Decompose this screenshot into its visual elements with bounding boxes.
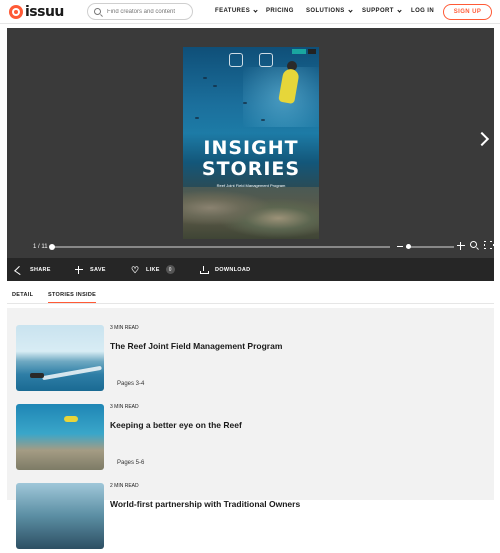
cover-page[interactable]: INSIGHT STORIES Reef Joint Field Managem…	[183, 47, 319, 239]
fish	[261, 119, 265, 121]
page-progress-slider[interactable]	[49, 244, 390, 250]
cover-badges	[292, 49, 316, 54]
search-input[interactable]	[107, 8, 191, 15]
like-label: LIKE	[146, 266, 160, 273]
boat-wake	[42, 365, 102, 381]
magnify-icon[interactable]	[470, 241, 477, 248]
chevron-down-icon	[347, 7, 353, 13]
like-button[interactable]: ♡ LIKE 0	[131, 258, 175, 281]
share-button[interactable]: SHARE	[15, 258, 51, 281]
chevron-down-icon	[253, 7, 258, 13]
story-title[interactable]: Keeping a better eye on the Reef	[110, 420, 242, 430]
nav-solutions[interactable]: SOLUTIONS	[306, 7, 353, 14]
share-label: SHARE	[30, 266, 51, 273]
story-read-time: 3 MIN READ	[110, 404, 139, 410]
story-pages: Pages 5-6	[117, 460, 145, 466]
story-card[interactable]: 3 MIN READ The Reef Joint Field Manageme…	[16, 325, 486, 395]
download-icon	[200, 265, 209, 274]
nav-solutions-label: SOLUTIONS	[306, 8, 345, 14]
login-link[interactable]: LOG IN	[411, 8, 434, 14]
queensland-crest-icon	[259, 53, 273, 67]
login-label: LOG IN	[411, 8, 435, 14]
story-read-time: 2 MIN READ	[110, 483, 139, 489]
coral-reef	[183, 187, 319, 239]
action-bar: SHARE SAVE ♡ LIKE 0 DOWNLOAD	[7, 258, 494, 281]
cover-badge-dark	[308, 49, 316, 54]
logo-text: issuu	[25, 4, 64, 20]
issuu-logo[interactable]: issuu	[9, 4, 64, 20]
story-pages: Pages 3-4	[117, 381, 145, 387]
search-bar[interactable]	[87, 3, 193, 20]
fullscreen-icon[interactable]	[484, 241, 494, 251]
cover-title-line2: STORIES	[201, 158, 301, 180]
story-title[interactable]: World-first partnership with Traditional…	[110, 499, 300, 509]
story-card[interactable]: 2 MIN READ World-first partnership with …	[16, 483, 486, 553]
nav-pricing[interactable]: PRICING	[266, 8, 294, 14]
fish	[213, 85, 217, 87]
boat	[30, 373, 44, 378]
diver-figure	[64, 416, 78, 422]
signup-button[interactable]: SIGN UP	[443, 4, 492, 20]
tab-stories-inside[interactable]: STORIES INSIDE	[48, 292, 97, 303]
page-progress-handle[interactable]	[49, 244, 55, 250]
cover-badge-teal	[292, 49, 306, 54]
download-label: DOWNLOAD	[215, 266, 251, 273]
nav-features[interactable]: FEATURES	[215, 7, 258, 14]
document-reader: INSIGHT STORIES Reef Joint Field Managem…	[7, 28, 494, 258]
issuu-logo-icon	[9, 5, 23, 19]
cover-title: INSIGHT STORIES	[183, 138, 319, 180]
share-icon	[15, 266, 23, 274]
heart-icon: ♡	[131, 264, 140, 275]
page-indicator: 1 / 11	[33, 244, 48, 250]
government-crest-icon	[229, 53, 243, 67]
nav-features-label: FEATURES	[215, 8, 251, 14]
nav-pricing-label: PRICING	[266, 8, 294, 14]
tab-detail[interactable]: DETAIL	[12, 292, 33, 302]
story-thumbnail[interactable]	[16, 483, 104, 549]
reader-controls: 1 / 11	[7, 240, 494, 258]
top-nav: issuu FEATURES PRICING SOLUTIONS SUPPORT…	[0, 0, 500, 24]
stories-list: 3 MIN READ The Reef Joint Field Manageme…	[7, 308, 494, 549]
tab-bar: DETAIL STORIES INSIDE	[7, 288, 494, 304]
story-read-time: 3 MIN READ	[110, 325, 139, 331]
cover-subtitle: Reef Joint Field Management Program	[216, 183, 286, 188]
story-thumbnail[interactable]	[16, 325, 104, 391]
like-count-badge: 0	[165, 265, 175, 274]
fish	[203, 77, 207, 79]
save-label: SAVE	[90, 266, 106, 273]
nav-support-label: SUPPORT	[362, 8, 394, 14]
cover-title-line1: INSIGHT	[203, 137, 299, 159]
zoom-handle[interactable]	[406, 244, 411, 249]
fish	[243, 102, 247, 104]
story-title[interactable]: The Reef Joint Field Management Program	[110, 341, 282, 351]
story-thumbnail[interactable]	[16, 404, 104, 470]
zoom-in-icon[interactable]	[457, 242, 465, 250]
nav-support[interactable]: SUPPORT	[362, 7, 402, 14]
chevron-down-icon	[397, 7, 402, 13]
search-icon	[94, 8, 101, 15]
next-page-icon[interactable]	[474, 131, 490, 147]
save-button[interactable]: SAVE	[75, 258, 106, 281]
fish	[195, 117, 199, 119]
zoom-out-icon[interactable]	[397, 246, 403, 247]
download-button[interactable]: DOWNLOAD	[200, 258, 250, 281]
plus-icon	[75, 265, 83, 274]
story-card[interactable]: 3 MIN READ Keeping a better eye on the R…	[16, 404, 486, 474]
zoom-slider[interactable]	[406, 244, 454, 249]
